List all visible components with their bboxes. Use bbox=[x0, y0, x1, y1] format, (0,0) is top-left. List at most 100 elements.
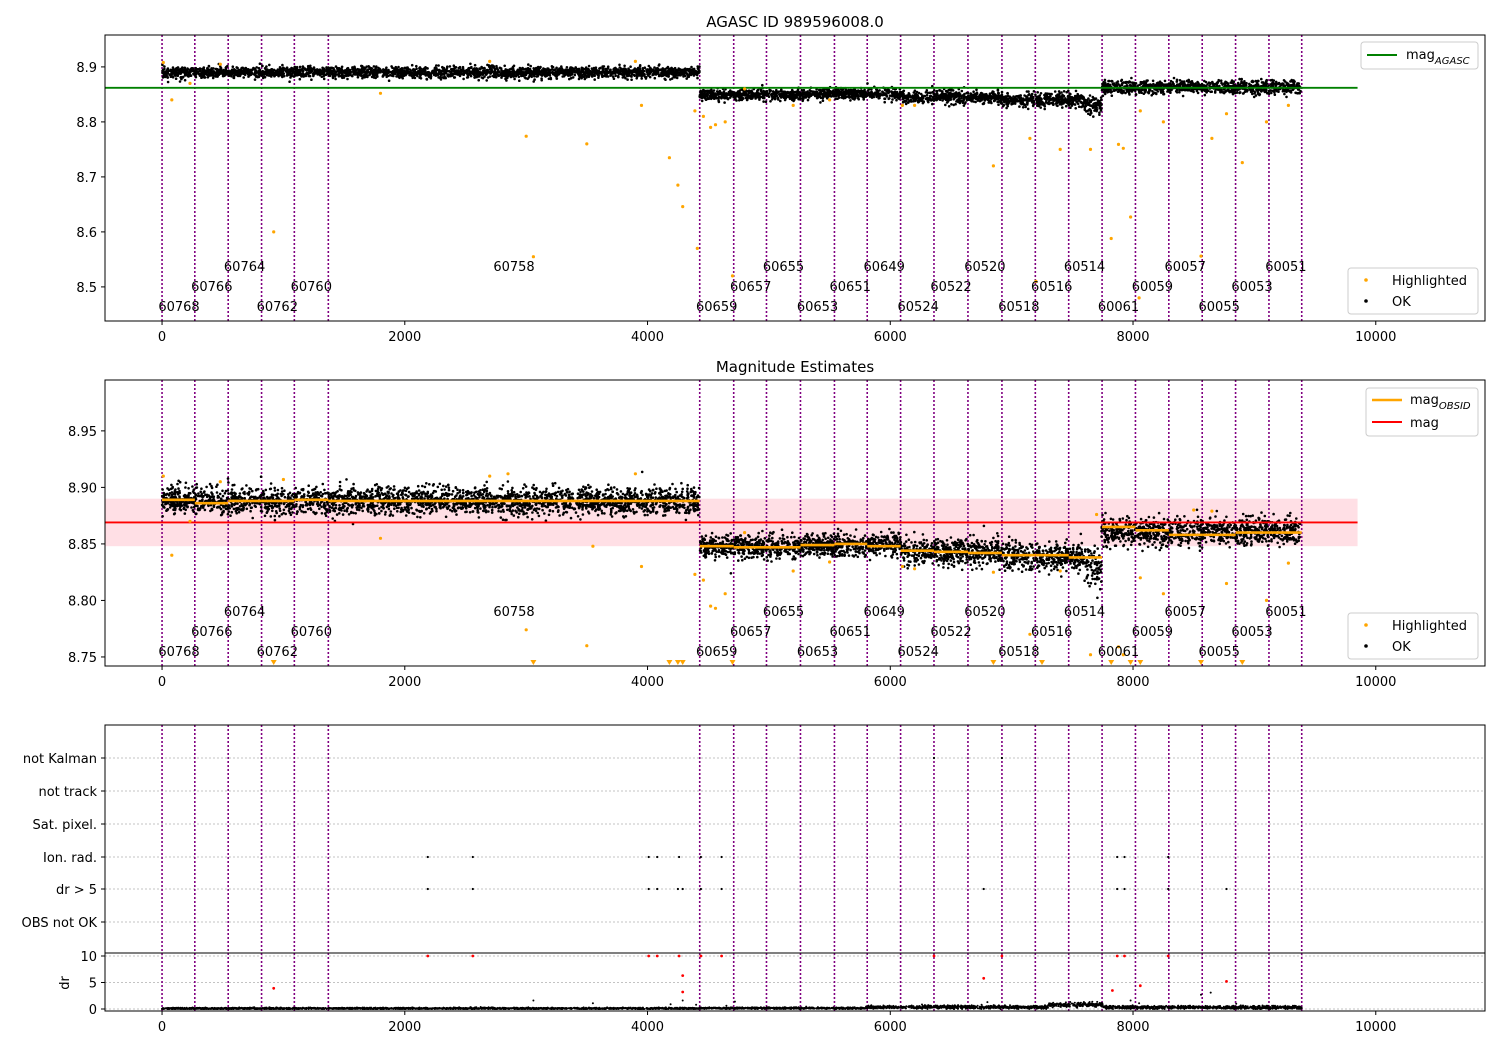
ok-point bbox=[717, 97, 720, 100]
ok-point bbox=[187, 72, 191, 75]
ok-point bbox=[351, 66, 354, 69]
ok-point bbox=[235, 66, 238, 69]
ok-point bbox=[500, 69, 503, 72]
ok-point bbox=[520, 74, 523, 78]
ok-point bbox=[922, 100, 925, 104]
ok-point bbox=[883, 100, 886, 104]
ok-point bbox=[418, 66, 422, 69]
ok-point bbox=[529, 64, 532, 68]
ok-point bbox=[1043, 94, 1047, 98]
ok-point bbox=[442, 67, 445, 70]
ok-point bbox=[665, 72, 668, 75]
ok-point bbox=[162, 74, 165, 78]
ok-point bbox=[814, 92, 818, 96]
ok-point bbox=[980, 99, 983, 102]
ok-point bbox=[895, 98, 898, 102]
ok-point bbox=[170, 72, 173, 75]
ok-point bbox=[232, 68, 236, 71]
ok-point bbox=[891, 98, 894, 101]
ok-point bbox=[1080, 97, 1084, 100]
ok-point bbox=[944, 103, 947, 107]
ok-point bbox=[977, 96, 981, 100]
ok-point bbox=[957, 97, 961, 101]
ok-point bbox=[318, 72, 321, 76]
ok-point bbox=[653, 76, 657, 80]
ok-point bbox=[465, 71, 469, 74]
ok-point bbox=[307, 73, 310, 76]
ok-point bbox=[210, 67, 214, 71]
ok-point bbox=[162, 71, 165, 74]
ok-point bbox=[486, 76, 490, 79]
ok-point bbox=[1031, 104, 1035, 108]
ok-point bbox=[1073, 103, 1077, 106]
ok-point bbox=[870, 93, 873, 97]
ok-point bbox=[295, 71, 299, 74]
ok-point bbox=[723, 101, 726, 104]
ok-point bbox=[755, 92, 758, 95]
ok-point bbox=[769, 100, 772, 103]
ok-point bbox=[525, 69, 529, 73]
ok-point bbox=[357, 69, 361, 72]
ok-point bbox=[385, 66, 388, 69]
ok-point bbox=[321, 66, 324, 70]
ok-point bbox=[740, 93, 743, 97]
ok-point bbox=[817, 92, 821, 96]
ok-point bbox=[548, 74, 552, 77]
ok-point bbox=[708, 89, 712, 93]
ok-point bbox=[397, 70, 401, 73]
ok-point bbox=[458, 65, 462, 69]
ok-point bbox=[279, 72, 283, 76]
ok-point bbox=[490, 70, 493, 73]
ok-point bbox=[972, 90, 975, 93]
ok-point bbox=[528, 67, 532, 71]
ok-point bbox=[1092, 102, 1095, 106]
ok-point bbox=[621, 76, 625, 79]
ok-point bbox=[491, 74, 494, 78]
ok-point bbox=[800, 94, 804, 97]
ok-point bbox=[243, 70, 246, 73]
ok-point bbox=[614, 72, 617, 75]
ok-point bbox=[1120, 79, 1123, 83]
ok-point bbox=[1026, 98, 1030, 102]
ok-point bbox=[496, 73, 500, 76]
ok-point bbox=[805, 94, 808, 98]
ok-point bbox=[1049, 98, 1052, 101]
ok-point bbox=[551, 72, 555, 76]
ok-point bbox=[746, 97, 749, 101]
ok-point bbox=[747, 94, 751, 97]
ok-point bbox=[618, 69, 622, 72]
ok-point bbox=[944, 96, 947, 100]
ok-point bbox=[173, 74, 177, 77]
ok-point bbox=[1087, 108, 1091, 112]
ok-point bbox=[625, 71, 629, 74]
ok-point bbox=[209, 72, 213, 75]
ok-point bbox=[728, 96, 732, 99]
ok-point bbox=[856, 96, 860, 100]
ok-point bbox=[553, 68, 557, 71]
ok-point bbox=[547, 77, 551, 81]
ok-point bbox=[270, 68, 273, 71]
ok-point bbox=[684, 67, 687, 70]
ok-point bbox=[708, 91, 712, 95]
ok-point bbox=[569, 71, 573, 75]
ok-point bbox=[947, 105, 951, 108]
ok-point bbox=[689, 72, 692, 76]
ok-point bbox=[968, 98, 972, 101]
ok-point bbox=[181, 66, 184, 69]
ok-point bbox=[1094, 102, 1098, 106]
ok-point bbox=[919, 92, 923, 96]
ok-point bbox=[369, 67, 373, 70]
ok-point bbox=[929, 91, 932, 95]
ok-point bbox=[837, 94, 840, 98]
ok-point bbox=[897, 96, 900, 100]
ok-point bbox=[324, 73, 328, 76]
ok-point bbox=[640, 77, 643, 80]
ok-point bbox=[261, 69, 265, 73]
ok-point bbox=[1039, 92, 1043, 95]
ok-point bbox=[544, 74, 548, 77]
ok-point bbox=[1093, 106, 1097, 110]
ok-point bbox=[540, 77, 543, 80]
ok-point bbox=[779, 99, 782, 103]
ok-point bbox=[950, 89, 953, 92]
ok-point bbox=[578, 75, 581, 79]
